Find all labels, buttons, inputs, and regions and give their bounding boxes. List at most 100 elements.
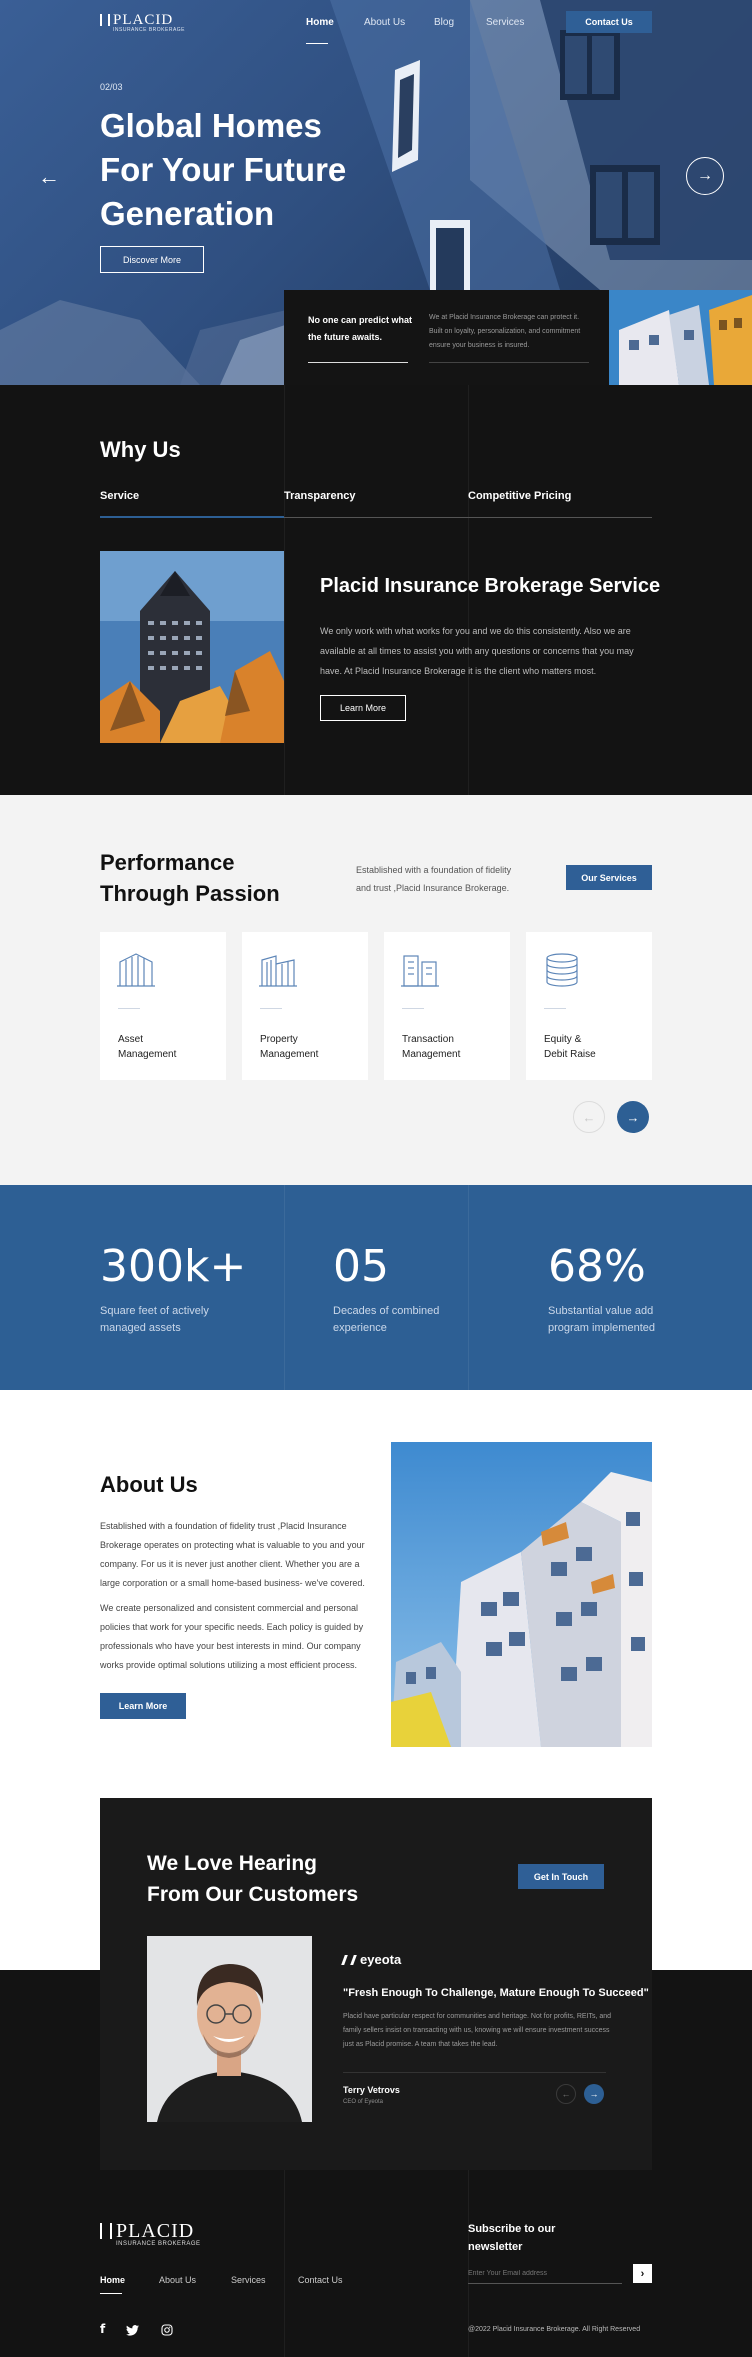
arrow-right-icon: → <box>589 2089 599 2099</box>
stat-label: Square feet of actively managed assets <box>100 1303 250 1337</box>
logo-mark-icon <box>100 14 110 26</box>
arrow-left-icon: ← <box>561 2089 571 2099</box>
nav-about[interactable]: About Us <box>364 17 405 28</box>
hero-section: PLACID INSURANCE BROKERAGE Home About Us… <box>0 0 752 385</box>
about-paragraph-line: We create personalized and consistent co… <box>100 1603 358 1613</box>
testimonial-text-line: family sellers insist on transacting wit… <box>343 2027 610 2034</box>
newsletter-submit-button[interactable]: › <box>633 2264 652 2283</box>
footer-link-services[interactable]: Services <box>231 2275 266 2285</box>
instagram-icon[interactable] <box>161 2324 173 2336</box>
card-divider <box>260 1008 282 1009</box>
tab-service[interactable]: Service <box>100 490 139 502</box>
contact-us-button[interactable]: Contact Us <box>566 11 652 33</box>
hero-card-divider <box>429 362 589 363</box>
testimonial-title: We Love Hearing From Our Customers <box>147 1848 358 1910</box>
performance-title-line: Through Passion <box>100 881 280 906</box>
hero-card-text-line: Built on loyalty, personalization, and c… <box>429 328 581 335</box>
service-heading: Placid Insurance Brokerage Service <box>320 575 661 597</box>
service-card-transaction[interactable]: Transaction Management <box>384 932 510 1080</box>
card-divider <box>402 1008 424 1009</box>
hero-card-text-line: We at Placid Insurance Brokerage can pro… <box>429 314 580 321</box>
stat-label-line: managed assets <box>100 1322 181 1334</box>
nav-services[interactable]: Services <box>486 17 524 28</box>
discover-more-button[interactable]: Discover More <box>100 246 204 273</box>
footer-active-underline <box>100 2293 122 2294</box>
cards-next-button[interactable]: → <box>617 1101 649 1133</box>
footer-link-home[interactable]: Home <box>100 2275 125 2285</box>
company-logo: eyeota <box>341 1952 401 1967</box>
service-card-property[interactable]: Property Management <box>242 932 368 1080</box>
hero-card-text: We at Placid Insurance Brokerage can pro… <box>429 311 580 353</box>
hero-info-card: No one can predict what the future await… <box>284 290 609 385</box>
testimonial-divider <box>343 2072 606 2073</box>
newsletter-email-input[interactable] <box>468 2264 622 2284</box>
chevron-right-icon: › <box>640 2267 645 2280</box>
service-card-equity[interactable]: Equity & Debit Raise <box>526 932 652 1080</box>
newsletter-heading-line: Subscribe to our <box>468 2223 556 2235</box>
tab-active-indicator <box>100 516 284 518</box>
stat-label-line: experience <box>333 1322 387 1334</box>
hero-title-line: Generation <box>100 195 275 232</box>
stats-section: 300k+ Square feet of actively managed ass… <box>0 1185 752 1390</box>
about-paragraph-line: Brokerage operates on protecting what is… <box>100 1540 365 1550</box>
performance-text-line: and trust ,Placid Insurance Brokerage. <box>356 883 510 893</box>
hero-card-heading: No one can predict what the future await… <box>308 312 412 346</box>
testimonial-next-button[interactable]: → <box>584 2084 604 2104</box>
about-paragraph-line: large corporation or a small home-based … <box>100 1578 365 1588</box>
building-icon <box>117 953 155 987</box>
customer-photo <box>147 1936 312 2122</box>
about-learn-more-button[interactable]: Learn More <box>100 1693 186 1719</box>
stat-label-line: Substantial value add <box>548 1305 654 1317</box>
why-learn-more-button[interactable]: Learn More <box>320 695 406 721</box>
stat-value: 68% <box>548 1241 646 1292</box>
testimonial-text: Placid have particular respect for commu… <box>343 2010 611 2052</box>
logo[interactable]: PLACID INSURANCE BROKERAGE <box>100 12 190 34</box>
arrow-left-icon: ← <box>582 1109 596 1125</box>
tab-transparency[interactable]: Transparency <box>284 490 356 502</box>
about-paragraph-line: Established with a foundation of fidelit… <box>100 1521 347 1531</box>
hero-card-text-line: ensure your business is insured. <box>429 342 530 349</box>
nav-home[interactable]: Home <box>306 17 334 28</box>
card-label-line: Management <box>260 1049 319 1060</box>
testimonial-title-line: We Love Hearing <box>147 1852 317 1875</box>
hero-card-heading-line: No one can predict what <box>308 315 413 325</box>
facebook-icon[interactable]: f <box>100 2322 105 2336</box>
performance-title-line: Performance <box>100 850 235 875</box>
hero-prev-arrow-icon[interactable]: ← <box>38 164 60 190</box>
about-paragraph-line: works provide optimal solutions utilizin… <box>100 1660 357 1670</box>
service-card-asset[interactable]: Asset Management <box>100 932 226 1080</box>
service-description-line: have. At Placid Insurance Brokerage it i… <box>320 666 597 676</box>
footer-link-contact[interactable]: Contact Us <box>298 2275 343 2285</box>
card-label-line: Management <box>402 1049 461 1060</box>
nav-active-underline <box>306 43 328 44</box>
get-in-touch-button[interactable]: Get In Touch <box>518 1864 604 1889</box>
footer-link-about[interactable]: About Us <box>159 2275 196 2285</box>
stat-label: Substantial value add program implemented <box>548 1303 698 1337</box>
logo-tagline: INSURANCE BROKERAGE <box>113 27 186 33</box>
testimonial-text-line: just as Placid promise. A team that take… <box>343 2041 498 2048</box>
testimonial-section: We Love Hearing From Our Customers Get I… <box>100 1798 652 2170</box>
testimonial-title-line: From Our Customers <box>147 1883 359 1906</box>
footer-logo[interactable]: PLACID INSURANCE BROKERAGE <box>100 2220 210 2248</box>
cards-prev-button[interactable]: ← <box>573 1101 605 1133</box>
about-title: About Us <box>100 1472 198 1497</box>
card-label-line: Debit Raise <box>544 1049 596 1060</box>
copyright-text: @2022 Placid Insurance Brokerage. All Ri… <box>468 2326 641 2333</box>
why-us-section: Why Us Service Transparency Competitive … <box>0 385 752 795</box>
nav-blog[interactable]: Blog <box>434 17 454 28</box>
about-paragraph-line: company. For us it is never just another… <box>100 1559 360 1569</box>
card-label-line: Transaction <box>402 1034 454 1045</box>
tab-competitive-pricing[interactable]: Competitive Pricing <box>468 490 571 502</box>
performance-text: Established with a foundation of fidelit… <box>356 861 511 897</box>
testimonial-prev-button[interactable]: ← <box>556 2084 576 2104</box>
hero-side-image <box>609 290 752 385</box>
twitter-icon[interactable] <box>126 2325 139 2336</box>
card-label-line: Management <box>118 1049 177 1060</box>
transaction-icon <box>401 955 439 987</box>
customer-name: Terry Vetrovs <box>343 2085 400 2095</box>
slide-counter: 02/03 <box>100 82 123 92</box>
performance-title: Performance Through Passion <box>100 847 280 909</box>
about-paragraph-line: policies that work for your specific nee… <box>100 1622 364 1632</box>
our-services-button[interactable]: Our Services <box>566 865 652 890</box>
hero-next-arrow-button[interactable]: → <box>686 157 724 195</box>
